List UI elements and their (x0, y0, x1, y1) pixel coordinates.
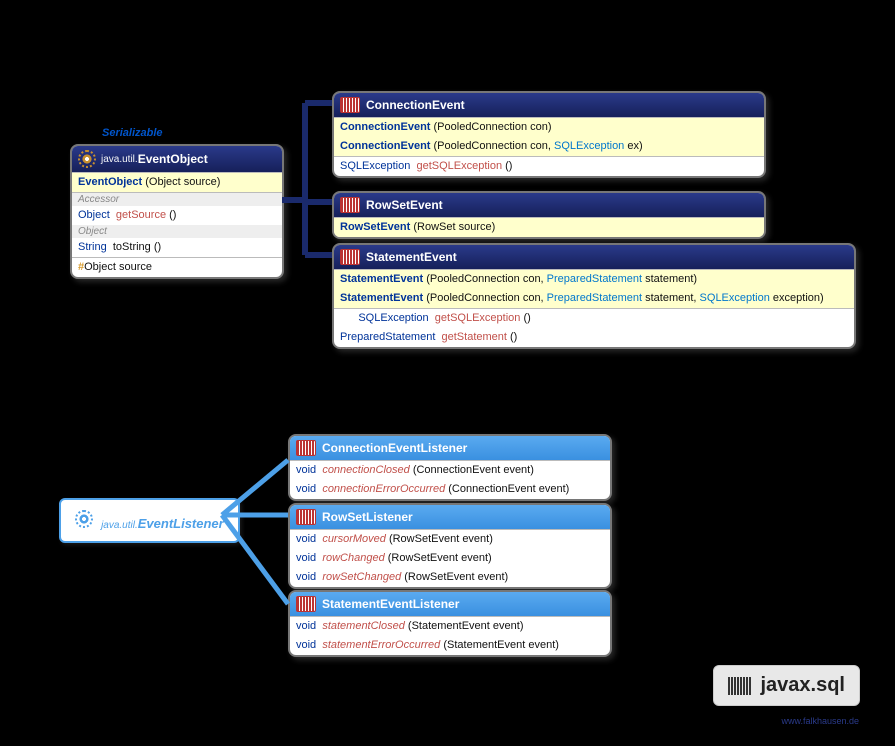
class-name: ConnectionEventListener (322, 441, 467, 455)
method-cursormoved: void cursorMoved (RowSetEvent event) (290, 529, 610, 549)
method-getsqlexception: SQLException getSQLException () (334, 156, 764, 176)
method-rowsetchanged: void rowSetChanged (RowSetEvent event) (290, 568, 610, 587)
class-connectionevent: ConnectionEvent ConnectionEvent (PooledC… (332, 91, 766, 178)
class-statementeventlistener: StatementEventListener void statementClo… (288, 590, 612, 657)
class-header-eventobject: java.util. EventObject (72, 146, 282, 172)
class-connectioneventlistener: ConnectionEventListener void connectionC… (288, 434, 612, 501)
barcode-icon (296, 509, 316, 525)
class-name: StatementEvent (366, 250, 457, 264)
method-connectionclosed: void connectionClosed (ConnectionEvent e… (290, 460, 610, 480)
ctor2: StatementEvent (PooledConnection con, Pr… (334, 289, 854, 308)
method-statementclosed: void statementClosed (StatementEvent eve… (290, 616, 610, 636)
barcode-icon (340, 249, 360, 265)
method-getstatement: PreparedStatement getStatement () (334, 328, 854, 347)
class-rowsetlistener: RowSetListener void cursorMoved (RowSetE… (288, 503, 612, 589)
pkg-label: java.util. (101, 154, 138, 165)
class-rowsetevent: RowSetEvent RowSetEvent (RowSet source) (332, 191, 766, 239)
method-connectionerroroccurred: void connectionErrorOccurred (Connection… (290, 480, 610, 499)
barcode-icon (340, 197, 360, 213)
credit-label: www.falkhausen.de (781, 716, 859, 726)
class-eventobject: java.util. EventObject EventObject (Obje… (70, 144, 284, 279)
method-getsqlexception: SQLException getSQLException () (334, 308, 854, 328)
ctor-row: EventObject (Object source) (72, 172, 282, 192)
class-header-rsl: RowSetListener (290, 505, 610, 529)
ctor1: RowSetEvent (RowSet source) (334, 217, 764, 237)
ctor1: StatementEvent (PooledConnection con, Pr… (334, 269, 854, 289)
method-tostring: String toString () (72, 238, 282, 257)
barcode-icon (728, 677, 752, 695)
gear-icon (75, 510, 93, 528)
accessor-group: Accessor (72, 192, 282, 206)
barcode-icon (296, 440, 316, 456)
method-statementerroroccurred: void statementErrorOccurred (StatementEv… (290, 636, 610, 655)
ctor2: ConnectionEvent (PooledConnection con, S… (334, 137, 764, 156)
class-header-connectionevent: ConnectionEvent (334, 93, 764, 117)
class-header-sel: StatementEventListener (290, 592, 610, 616)
class-header-statementevent: StatementEvent (334, 245, 854, 269)
object-group: Object (72, 225, 282, 238)
class-name: RowSetListener (322, 510, 413, 524)
interface-name: EventListener (138, 516, 224, 531)
method-getsource: Object getSource () (72, 206, 282, 225)
serializable-label: Serializable (102, 127, 163, 139)
class-header-rowsetevent: RowSetEvent (334, 193, 764, 217)
interface-eventlistener: java.util.EventListener (59, 498, 240, 543)
package-badge: javax.sql (713, 665, 860, 706)
class-name: StatementEventListener (322, 597, 459, 611)
method-rowchanged: void rowChanged (RowSetEvent event) (290, 549, 610, 568)
class-name: RowSetEvent (366, 198, 443, 212)
field-source: #Object source (72, 257, 282, 277)
class-header-cel: ConnectionEventListener (290, 436, 610, 460)
class-name: EventObject (138, 152, 208, 166)
package-name: javax.sql (760, 674, 845, 697)
barcode-icon (340, 97, 360, 113)
gear-icon (78, 150, 96, 168)
barcode-icon (296, 596, 316, 612)
pkg-label: java.util. (101, 520, 138, 531)
ctor1: ConnectionEvent (PooledConnection con) (334, 117, 764, 137)
class-statementevent: StatementEvent StatementEvent (PooledCon… (332, 243, 856, 349)
class-name: ConnectionEvent (366, 98, 465, 112)
